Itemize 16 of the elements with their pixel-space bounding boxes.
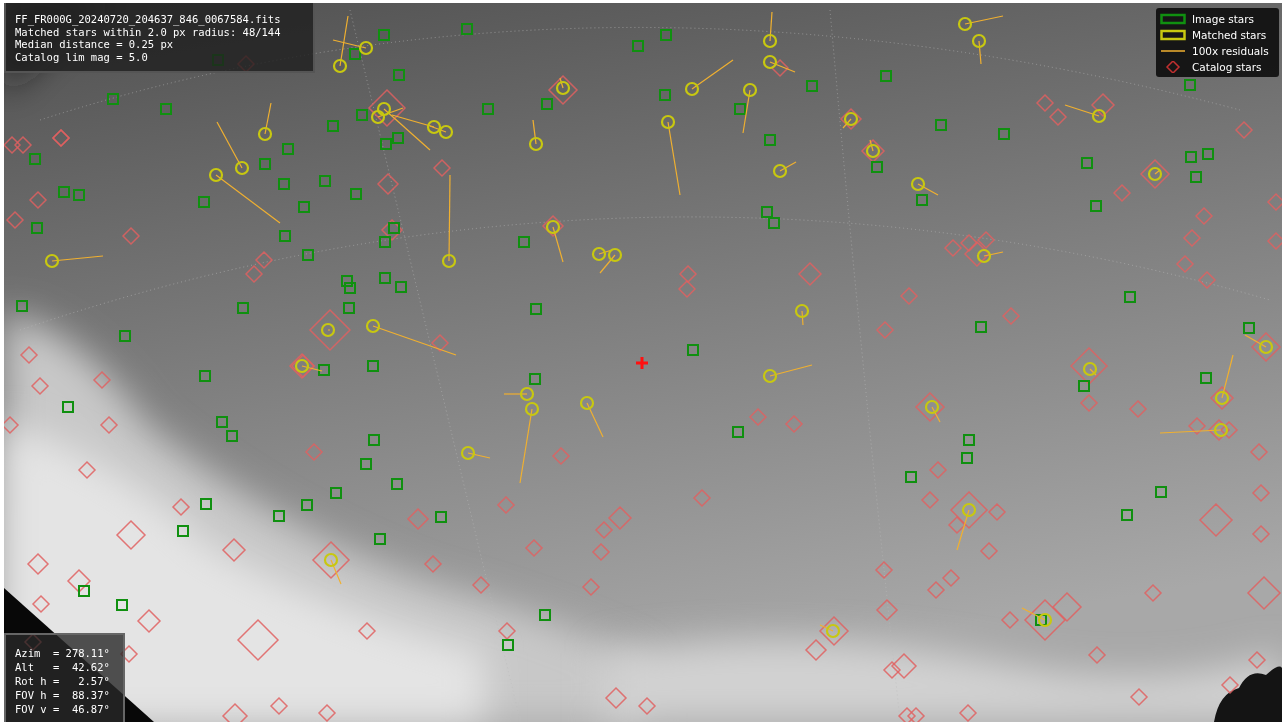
legend-label: Image stars [1192, 13, 1255, 25]
pointing-text: Alt = 42.62° [15, 660, 111, 674]
info-text: Catalog lim mag = 5.0 [15, 50, 149, 63]
square-icon [1160, 13, 1186, 25]
legend-label: Matched stars [1192, 29, 1267, 41]
pointing-text: FOV v = 46.87° [15, 702, 111, 716]
center-cross-icon [634, 355, 650, 371]
pointing-text: Azim = 278.11° [15, 646, 111, 660]
info-text: Matched stars within 2.0 px radius: 48/144 [15, 25, 282, 38]
legend-label: Catalog stars [1192, 61, 1262, 73]
info-text: FF_FR000G_20240720_204637_846_0067584.fits [15, 13, 282, 26]
legend-label: 100x residuals [1192, 45, 1269, 57]
pointing-text: Rot h = 2.57° [15, 674, 111, 688]
pointing-text: FOV h = 88.37° [15, 688, 111, 702]
square-icon [1160, 29, 1186, 41]
info-text: Median distance = 0.25 px [15, 38, 175, 51]
